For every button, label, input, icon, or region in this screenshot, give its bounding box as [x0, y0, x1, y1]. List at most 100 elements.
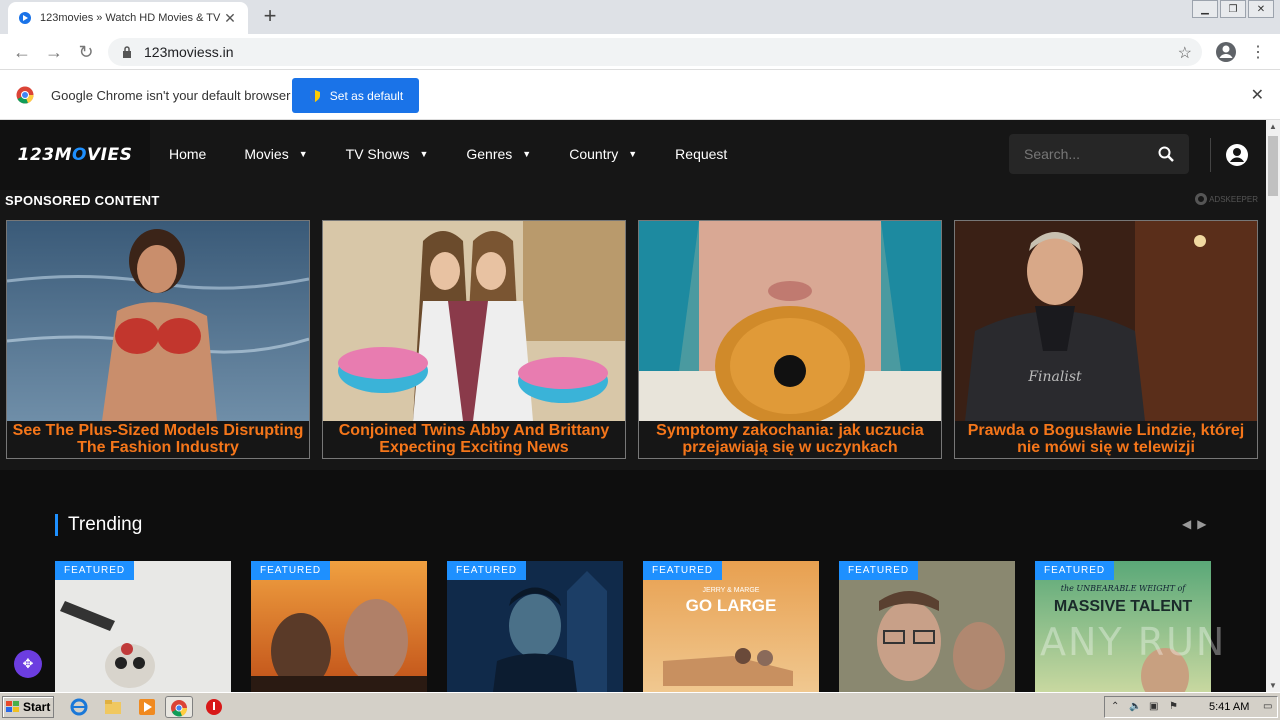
- user-account-icon[interactable]: [1225, 143, 1249, 167]
- chrome-taskbar-button[interactable]: [165, 696, 193, 718]
- ad-image: [323, 221, 625, 421]
- trending-card[interactable]: FEATURED: [251, 561, 427, 692]
- volume-icon[interactable]: 🔈: [1129, 701, 1141, 713]
- ad-image: [7, 221, 309, 421]
- ad-caption[interactable]: See The Plus-Sized Models Disrupting The…: [7, 422, 309, 458]
- scroll-up-icon[interactable]: ▲: [1269, 122, 1277, 131]
- logo-text-prefix: 123M: [17, 145, 73, 165]
- profile-icon[interactable]: [1215, 41, 1237, 63]
- sponsored-heading: SPONSORED CONTENT: [5, 193, 160, 208]
- nav-item-movies[interactable]: Movies ▼: [244, 146, 307, 162]
- lock-icon: [123, 46, 131, 58]
- chrome-logo-icon: [16, 86, 34, 104]
- watermark-text: ANY RUN: [1040, 620, 1227, 664]
- start-label: Start: [23, 700, 51, 714]
- media-player-icon[interactable]: [138, 698, 156, 716]
- tray-expand-icon[interactable]: ⌃: [1111, 701, 1123, 713]
- featured-badge: FEATURED: [447, 561, 527, 580]
- provider-label: ADSKEEPER: [1209, 194, 1258, 204]
- site-logo[interactable]: 123M O VIES: [0, 120, 150, 190]
- window-close-icon[interactable]: ✕: [1248, 0, 1274, 18]
- caret-down-icon: ▼: [419, 149, 429, 159]
- sponsored-section: SPONSORED CONTENT ADSKEEPER See The Plus…: [0, 190, 1266, 470]
- infobar-close-icon[interactable]: ✕: [1251, 85, 1264, 105]
- back-icon[interactable]: ←: [12, 42, 32, 62]
- sponsored-ad[interactable]: Finalist Prawda o Bogusławie Lindzie, kt…: [954, 220, 1258, 459]
- stop-app-icon[interactable]: [205, 698, 223, 716]
- address-bar[interactable]: 123moviess.in ☆: [108, 38, 1202, 66]
- site-header: 123M O VIES Home Movies ▼ TV Shows ▼ Genres ▼…: [0, 120, 1266, 190]
- featured-badge: FEATURED: [643, 561, 723, 580]
- minimize-icon[interactable]: ▁: [1192, 0, 1218, 18]
- shield-icon: [309, 89, 320, 102]
- internet-explorer-icon[interactable]: [70, 698, 88, 716]
- tab-title: 123movies » Watch HD Movies & TV: [40, 12, 221, 24]
- featured-badge: FEATURED: [55, 561, 135, 580]
- movie-poster: [839, 561, 1015, 692]
- caret-down-icon: ▼: [628, 149, 638, 159]
- file-explorer-icon[interactable]: [104, 698, 122, 716]
- search-icon[interactable]: [1158, 146, 1174, 162]
- nav-item-genres[interactable]: Genres ▼: [466, 146, 531, 162]
- action-center-flag-icon[interactable]: ⚑: [1169, 701, 1181, 713]
- new-tab-button[interactable]: +: [258, 5, 282, 29]
- page-scrollbar[interactable]: ▲ ▼: [1266, 120, 1280, 692]
- window-controls: ▁ ❐ ✕: [1190, 0, 1274, 18]
- logo-text-mid: O: [72, 145, 87, 165]
- start-button[interactable]: Start: [2, 696, 54, 718]
- chevron-right-icon[interactable]: ▶: [1197, 517, 1206, 531]
- restore-icon[interactable]: ❐: [1220, 0, 1246, 18]
- browser-toolbar: ← → ↻ 123moviess.in ☆: [0, 34, 1280, 70]
- ad-image: [639, 221, 941, 421]
- show-desktop-icon[interactable]: ▭: [1263, 701, 1275, 713]
- trending-card[interactable]: FEATURED: [839, 561, 1015, 692]
- trending-card[interactable]: FEATURED: [55, 561, 231, 692]
- nav-item-home[interactable]: Home: [169, 146, 206, 162]
- nav-label: Request: [675, 146, 728, 162]
- caret-down-icon: ▼: [298, 149, 308, 159]
- bookmark-star-icon[interactable]: ☆: [1178, 43, 1192, 63]
- set-default-button[interactable]: Set as default: [292, 78, 419, 113]
- poster-title: GO LARGE: [686, 596, 777, 615]
- adskeeper-logo[interactable]: ADSKEEPER: [1195, 193, 1258, 205]
- carousel-arrows: ◀ ▶: [1182, 517, 1212, 531]
- floating-action-icon[interactable]: ✥: [14, 650, 42, 678]
- trending-heading: Trending: [55, 514, 142, 536]
- os-taskbar: Start ⌃ 🔈 ▣ ⚑ 5:41 AM ▭: [0, 692, 1280, 720]
- ad-caption[interactable]: Prawda o Bogusławie Lindzie, której nie …: [955, 422, 1257, 458]
- scroll-down-icon[interactable]: ▼: [1269, 681, 1277, 690]
- ad-caption[interactable]: Conjoined Twins Abby And Brittany Expect…: [323, 422, 625, 458]
- forward-icon[interactable]: →: [44, 42, 64, 62]
- menu-kebab-icon[interactable]: ⋮: [1250, 42, 1266, 62]
- clock: 5:41 AM: [1209, 701, 1250, 713]
- chevron-left-icon[interactable]: ◀: [1182, 517, 1191, 531]
- url-text: 123moviess.in: [144, 44, 234, 60]
- movie-poster: JERRY & MARGE GO LARGE: [643, 561, 819, 692]
- browser-tab[interactable]: 123movies » Watch HD Movies & TV ✕: [8, 2, 248, 34]
- search-input[interactable]: [1024, 146, 1154, 162]
- trending-card[interactable]: FEATURED JERRY & MARGE GO LARGE: [643, 561, 819, 692]
- movie-poster: [55, 561, 231, 692]
- network-icon[interactable]: ▣: [1149, 701, 1161, 713]
- movie-poster: [447, 561, 623, 692]
- featured-badge: FEATURED: [839, 561, 919, 580]
- search-box: [1009, 134, 1189, 174]
- nav-label: Genres: [466, 146, 513, 162]
- sponsored-ad[interactable]: Symptomy zakochania: jak uczucia przejaw…: [638, 220, 942, 459]
- tab-close-icon[interactable]: ✕: [222, 10, 238, 27]
- sponsored-ad[interactable]: See The Plus-Sized Models Disrupting The…: [6, 220, 310, 459]
- header-divider: [1210, 138, 1211, 172]
- nav-item-request[interactable]: Request: [675, 146, 727, 162]
- reload-icon[interactable]: ↻: [76, 42, 96, 62]
- scroll-thumb[interactable]: [1268, 136, 1278, 196]
- sponsored-ad[interactable]: Conjoined Twins Abby And Brittany Expect…: [322, 220, 626, 459]
- poster-subtitle: JERRY & MARGE: [703, 587, 760, 594]
- ad-caption[interactable]: Symptomy zakochania: jak uczucia przejaw…: [639, 422, 941, 458]
- nav-item-country[interactable]: Country ▼: [569, 146, 637, 162]
- main-nav: Home Movies ▼ TV Shows ▼ Genres ▼ Country ▼ …: [169, 146, 765, 162]
- set-default-label: Set as default: [329, 88, 404, 103]
- trending-card[interactable]: FEATURED: [447, 561, 623, 692]
- windows-flag-icon: [6, 701, 19, 712]
- nav-item-tv-shows[interactable]: TV Shows ▼: [346, 146, 429, 162]
- nav-label: Home: [169, 146, 207, 162]
